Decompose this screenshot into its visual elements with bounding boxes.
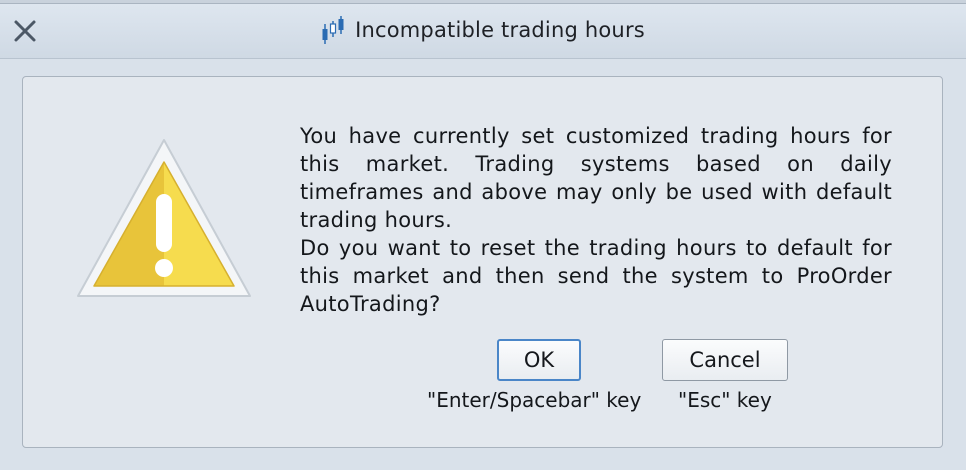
title-group: Incompatible trading hours — [0, 0, 966, 58]
dialog-message: You have currently set customized tradin… — [300, 122, 892, 318]
cancel-button[interactable]: Cancel — [662, 339, 788, 381]
candlestick-chart-icon — [322, 16, 344, 44]
cancel-key-hint: "Esc" key — [678, 388, 772, 412]
title-bar[interactable]: Incompatible trading hours — [0, 0, 966, 59]
ok-key-hint: "Enter/Spacebar" key — [427, 388, 642, 412]
message-paragraph: You have currently set customized tradin… — [300, 124, 892, 232]
warning-icon — [77, 139, 251, 297]
ok-button[interactable]: OK — [497, 339, 581, 381]
message-paragraph: Do you want to reset the trading hours t… — [300, 236, 892, 316]
dialog-window: Incompatible trading hours You have curr… — [0, 0, 966, 470]
window-title: Incompatible trading hours — [355, 18, 645, 42]
